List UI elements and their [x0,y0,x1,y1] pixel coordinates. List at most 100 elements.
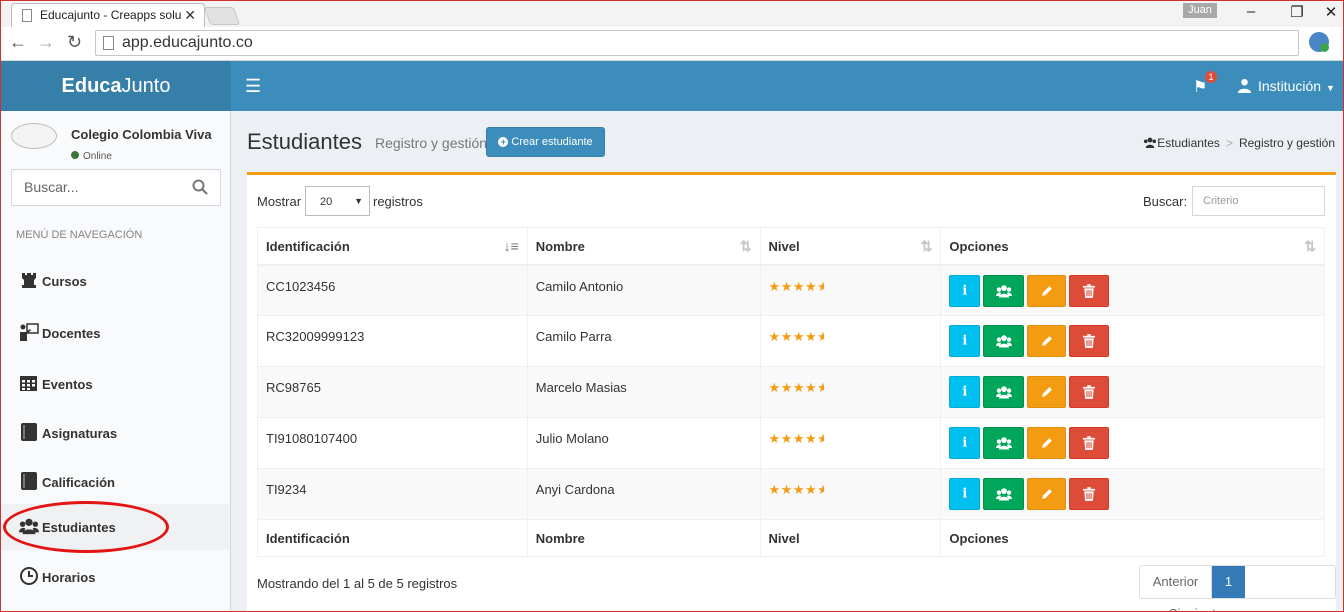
page-length-value: 20 [320,196,333,208]
edit-button[interactable] [1027,427,1067,459]
edit-button[interactable] [1027,478,1067,510]
group-button[interactable] [983,325,1025,357]
group-button[interactable] [983,427,1025,459]
cell-identificacion: RC32009999123 [257,315,528,367]
filter-input[interactable] [1192,186,1325,216]
tab-close-icon[interactable]: ✕ [184,7,196,24]
cell-identificacion: CC1023456 [257,264,528,316]
sidebar-search-input[interactable] [24,179,184,195]
student-id: CC1023456 [266,278,336,294]
back-arrow-icon[interactable]: ← [9,32,27,53]
cell-identificacion: RC98765 [257,366,528,418]
star-icon: ★ [805,329,818,344]
browser-tab[interactable]: Educajunto - Creapps solu ✕ [11,3,205,27]
forward-arrow-icon[interactable]: → [37,32,55,53]
sidebar-item-calificacion[interactable]: Calificación [1,459,230,505]
browser-user-badge[interactable]: Juan [1183,3,1217,18]
group-button[interactable] [983,274,1025,307]
table-footer-row: Identificación Nombre Nivel Opciones [257,519,1325,557]
users-icon [995,488,1012,501]
cell-opciones: i [940,366,1325,418]
sidebar-item-eventos[interactable]: Eventos [1,361,230,407]
delete-button[interactable] [1069,325,1110,357]
star-rating: ★★★★★ [769,431,825,446]
cell-nivel: ★★★★★ [759,417,942,469]
edit-button[interactable] [1027,274,1067,307]
teacher-board-icon [20,323,39,341]
menu-header: MENÚ DE NAVEGACIÓN [16,229,143,241]
info-icon: i [962,435,968,451]
delete-button[interactable] [1069,427,1110,459]
pagination-page-1[interactable]: 1 [1212,566,1245,598]
table-row: RC32009999123 Camilo Parra ★★★★★ i [257,315,1325,367]
column-header-nombre[interactable]: Nombre ⇅ [526,227,761,266]
group-button[interactable] [983,376,1025,408]
star-icon: ★ [792,482,806,497]
half-star-icon: ★ [817,329,824,345]
online-status: Online [71,151,112,159]
info-button[interactable]: i [949,376,981,408]
breadcrumb-item[interactable]: Estudiantes [1157,136,1220,150]
star-icon: ★ [805,431,818,446]
browser-toolbar: ← → ↻ app.educajunto.co [1,27,1343,61]
info-button[interactable]: i [949,427,981,459]
reload-icon[interactable]: ↻ [67,32,82,53]
info-button[interactable]: i [949,274,981,307]
pencil-icon [1042,336,1052,346]
star-icon: ★ [780,431,793,446]
page-length-select[interactable]: 20 ▼ [305,186,370,216]
pencil-icon [1042,438,1052,448]
page-title: Estudiantes [247,129,362,154]
column-header-opciones[interactable]: Opciones ⇅ [940,227,1325,266]
cell-identificacion: TI9234 [257,468,528,520]
edit-button[interactable] [1027,376,1067,408]
sidebar-search [11,169,221,206]
records-label: registros [373,194,423,209]
delete-button[interactable] [1069,274,1110,307]
book-icon [21,423,37,441]
info-button[interactable]: i [949,325,981,357]
calendar-icon [20,376,37,391]
app-logo[interactable]: EducaJunto [1,61,231,111]
star-icon: ★ [780,380,793,395]
create-student-button[interactable]: + Crear estudiante [486,127,605,157]
group-button[interactable] [983,478,1025,510]
chevron-down-icon: ▼ [354,196,363,206]
table-row: CC1023456 Camilo Antonio ★★★★★ i [257,264,1325,316]
column-header-nivel[interactable]: Nivel ⇅ [759,227,942,266]
sidebar-item-cursos[interactable]: Cursos [1,258,230,304]
column-header-label: Opciones [949,239,1009,254]
edit-button[interactable] [1027,325,1067,357]
delete-button[interactable] [1069,376,1110,408]
sidebar-item-docentes[interactable]: Docentes [1,310,230,356]
cell-nivel: ★★★★★ [759,264,942,316]
sidebar-item-asignaturas[interactable]: Asignaturas [1,410,230,456]
star-icon: ★ [768,380,781,395]
column-header-label: Identificación [266,239,350,254]
minimize-icon[interactable]: – [1231,3,1271,20]
star-icon: ★ [792,278,806,294]
url-text: app.educajunto.co [122,34,253,51]
sidebar-item-horarios[interactable]: Horarios [1,554,230,600]
delete-button[interactable] [1069,478,1110,510]
student-id: RC98765 [266,380,321,395]
column-header-identificacion[interactable]: Identificación ↓≡ [257,227,528,266]
filter-label: Buscar: [1143,194,1188,209]
student-name: Marcelo Masias [535,380,627,395]
search-icon[interactable] [192,179,208,195]
chevron-down-icon: ▼ [1326,83,1335,93]
user-menu-label: Institución [1258,78,1322,94]
hamburger-menu-icon[interactable]: ☰ [245,76,261,97]
globe-extension-icon[interactable] [1309,32,1329,52]
address-bar[interactable]: app.educajunto.co [95,30,1299,56]
breadcrumb-separator: > [1225,136,1233,150]
window-close-icon[interactable]: ✕ [1311,3,1343,21]
cell-opciones: i [940,315,1325,367]
pagination-previous[interactable]: Anterior [1140,566,1212,598]
pagination-next[interactable]: Siguiente [1140,598,1252,611]
info-button[interactable]: i [949,478,981,510]
info-icon: i [962,333,968,349]
footer-opciones: Opciones [940,519,1325,557]
new-tab-button[interactable] [203,7,241,25]
user-menu[interactable]: Institución ▼ [1237,78,1335,94]
